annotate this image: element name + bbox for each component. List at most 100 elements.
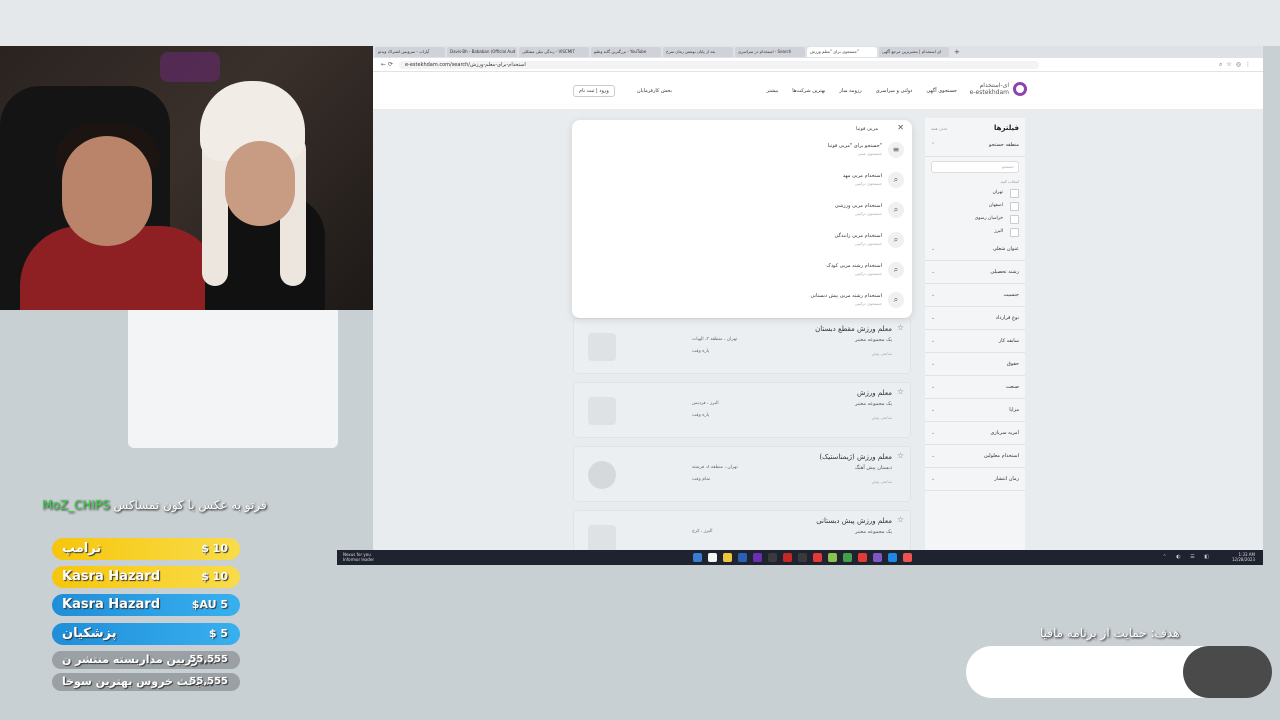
- chevron-down-icon: ⌄: [931, 476, 936, 482]
- reload-icon[interactable]: ⟳: [386, 61, 393, 68]
- suggestion-item[interactable]: ⌕ استخدام رشته مربی پیش دبستانی جستجوی ت…: [584, 292, 904, 316]
- suggestion-type: جستجوی ترکیبی: [854, 181, 882, 186]
- taskbar-app-icon[interactable]: [753, 553, 762, 562]
- filter-search-input[interactable]: جستجو: [931, 161, 1019, 173]
- windows-taskbar: Nexus for you Informor leader ⌃ ◐ ☰ ◧ 1:…: [337, 550, 1263, 565]
- logo-text-fa: ای-استخدام: [979, 82, 1009, 89]
- chevron-down-icon: ⌄: [931, 338, 936, 344]
- taskbar-app-icon[interactable]: [768, 553, 777, 562]
- suggestion-item[interactable]: ⌕ استخدام مربی مهد جستجوی ترکیبی: [584, 172, 904, 196]
- tab[interactable]: زندگی تیلی مشکلی - VISCMIT: [519, 47, 589, 57]
- job-card[interactable]: ☆ معلم ورزش یک مجموعه معتبر ساعتی پیش ال…: [573, 382, 911, 438]
- taskbar-app-icon[interactable]: [888, 553, 897, 562]
- filter-section[interactable]: صنعت ⌄: [925, 376, 1025, 399]
- filter-section[interactable]: حقوق ⌄: [925, 353, 1025, 376]
- tab[interactable]: بزرگترین گانه وطنو - YouTube: [591, 47, 661, 57]
- suggestion-type: جستجوی ترکیبی: [854, 271, 882, 276]
- taskbar-app-icon[interactable]: [828, 553, 837, 562]
- chevron-down-icon: ⌄: [931, 246, 936, 252]
- taskbar-app-icon[interactable]: [708, 553, 717, 562]
- menu-item-best-companies[interactable]: بهترین شرکت‌ها: [792, 88, 825, 94]
- tab[interactable]: آپارات - سرویس اشتراک ویدئو: [375, 47, 445, 57]
- filter-section[interactable]: رشته تحصیلی ⌄: [925, 261, 1025, 284]
- star-icon[interactable]: ☆: [897, 387, 904, 396]
- search-icon: ⌕: [888, 292, 904, 308]
- filter-section[interactable]: امریه سربازی ⌄: [925, 422, 1025, 445]
- chevron-up-icon: ⌃: [931, 142, 936, 148]
- job-posted: ساعتی پیش: [871, 415, 892, 420]
- filter-city-checkbox[interactable]: تهران: [925, 186, 1025, 199]
- donation-item: Kasra Hazard $AU 5: [52, 594, 240, 616]
- suggestion-item[interactable]: ⌕ استخدام رشته مربی کودک جستجوی ترکیبی: [584, 262, 904, 286]
- star-icon[interactable]: ☆: [897, 323, 904, 332]
- system-clock[interactable]: 1:33 AM 12/28/2023: [1232, 552, 1255, 562]
- search-input[interactable]: مربی فوتبا: [856, 126, 878, 132]
- clear-filters-link[interactable]: حذف همه: [931, 126, 948, 131]
- taskbar-app-icon[interactable]: [723, 553, 732, 562]
- filter-city-checkbox[interactable]: البرز: [925, 225, 1025, 238]
- tab-bar: آپارات - سرویس اشتراک ویدئو Davis-Bh - B…: [373, 46, 1263, 58]
- job-title: معلم ورزش: [856, 389, 892, 397]
- suggestion-text: استخدام مربی مهد: [842, 173, 882, 179]
- filter-section[interactable]: استخدام معلولین ⌄: [925, 445, 1025, 468]
- url-input[interactable]: e-estekhdam.com/search/استخدام-برای-معلم…: [398, 60, 1039, 69]
- filter-search-region[interactable]: منطقه جستجو ⌃: [925, 134, 1025, 157]
- login-button[interactable]: ورود | ثبت نام: [573, 85, 615, 97]
- menu-item-resume-builder[interactable]: رزومه ساز: [839, 88, 861, 94]
- taskbar-app-icon[interactable]: [693, 553, 702, 562]
- taskbar-app-icon[interactable]: [813, 553, 822, 562]
- job-card[interactable]: ☆ معلم ورزش مقطع دبستان یک مجموعه معتبر …: [573, 318, 911, 374]
- browser-toolbar-icons[interactable]: ⌕☆◎⋮: [1219, 61, 1255, 69]
- company-logo: [588, 333, 616, 361]
- filter-section[interactable]: عنوان شغلی ⌄: [925, 238, 1025, 261]
- news-widget[interactable]: Nexus for you Informor leader: [343, 552, 374, 562]
- job-card[interactable]: ☆ معلم ورزش پیش دبستانی یک مجموعه معتبر …: [573, 510, 911, 550]
- taskbar-app-icon[interactable]: [783, 553, 792, 562]
- filter-city-checkbox[interactable]: خراسان رضوی: [925, 212, 1025, 225]
- taskbar-app-icon[interactable]: [798, 553, 807, 562]
- filter-section[interactable]: سابقه کار ⌄: [925, 330, 1025, 353]
- neon-sign: [160, 52, 220, 82]
- new-tab-icon[interactable]: +: [951, 48, 963, 56]
- filter-section[interactable]: مزایا ⌄: [925, 399, 1025, 422]
- taskbar-app-icons: [693, 553, 912, 562]
- suggestion-type: جستجوی متنی: [857, 151, 882, 156]
- filter-section[interactable]: جنسیت ⌄: [925, 284, 1025, 307]
- tab[interactable]: استخدام در سراسری - Search: [735, 47, 805, 57]
- site-logo[interactable]: ای-استخدام e-estekhdam: [970, 82, 1027, 96]
- taskbar-app-icon[interactable]: [843, 553, 852, 562]
- tab[interactable]: Davis-Bh - Bababan (Official Aud: [447, 47, 517, 57]
- employer-link[interactable]: بخش کارفرمایان: [637, 88, 672, 94]
- job-type: پاره وقت: [692, 349, 710, 354]
- star-icon[interactable]: ☆: [897, 451, 904, 460]
- system-tray-icons[interactable]: ⌃ ◐ ☰ ◧: [1162, 554, 1213, 560]
- menu-item-job-search[interactable]: جستجوی آگهی: [926, 88, 957, 94]
- browser-window: آپارات - سرویس اشتراک ویدئو Davis-Bh - B…: [373, 46, 1263, 550]
- job-title: معلم ورزش مقطع دبستان: [815, 325, 892, 333]
- donation-item: ترامپ $ 10: [52, 538, 240, 560]
- suggestion-item[interactable]: ⌕ استخدام مربی ورزشی جستجوی ترکیبی: [584, 202, 904, 226]
- taskbar-app-icon[interactable]: [903, 553, 912, 562]
- menu-item-government[interactable]: دولتی و سراسری: [876, 88, 913, 94]
- job-location: تهران ، منطقه ۸، فرشته: [692, 465, 738, 470]
- suggestion-item[interactable]: ≡ جستجو برای "مربی فوتبا" جستجوی متنی: [584, 142, 904, 166]
- taskbar-app-icon[interactable]: [738, 553, 747, 562]
- tab-active[interactable]: جستجوی برای "معلم ورزش": [807, 47, 877, 57]
- close-icon[interactable]: ✕: [897, 123, 904, 132]
- taskbar-app-icon[interactable]: [858, 553, 867, 562]
- filter-section[interactable]: زمان انتشار ⌄: [925, 468, 1025, 491]
- filter-section[interactable]: نوع قرارداد ⌄: [925, 307, 1025, 330]
- donation-goal-label: هدف: حمایت از برنامه مافیا: [1040, 626, 1180, 640]
- job-title: معلم ورزش پیش دبستانی: [816, 517, 892, 525]
- tab[interactable]: ای استخدام | معتبرترین مرجع آگهی: [879, 47, 949, 57]
- job-card[interactable]: ☆ معلم ورزش (ژیمناستیک) دبستان پیش آهنگ …: [573, 446, 911, 502]
- star-icon[interactable]: ☆: [897, 515, 904, 524]
- filter-hint: انتخاب کنید: [1000, 179, 1019, 184]
- address-bar: ← ⟳ e-estekhdam.com/search/استخدام-برای-…: [373, 58, 1263, 72]
- menu-item-more[interactable]: بیشتر: [767, 88, 779, 94]
- donation-item: دوربین مداربسته منتشر ن... 55,555: [52, 651, 240, 669]
- filter-city-checkbox[interactable]: اصفهان: [925, 199, 1025, 212]
- tab[interactable]: بعد از پایان نوشتن زمان سرخ: [663, 47, 733, 57]
- suggestion-item[interactable]: ⌕ استخدام مربی رانندگی جستجوی ترکیبی: [584, 232, 904, 256]
- taskbar-app-icon[interactable]: [873, 553, 882, 562]
